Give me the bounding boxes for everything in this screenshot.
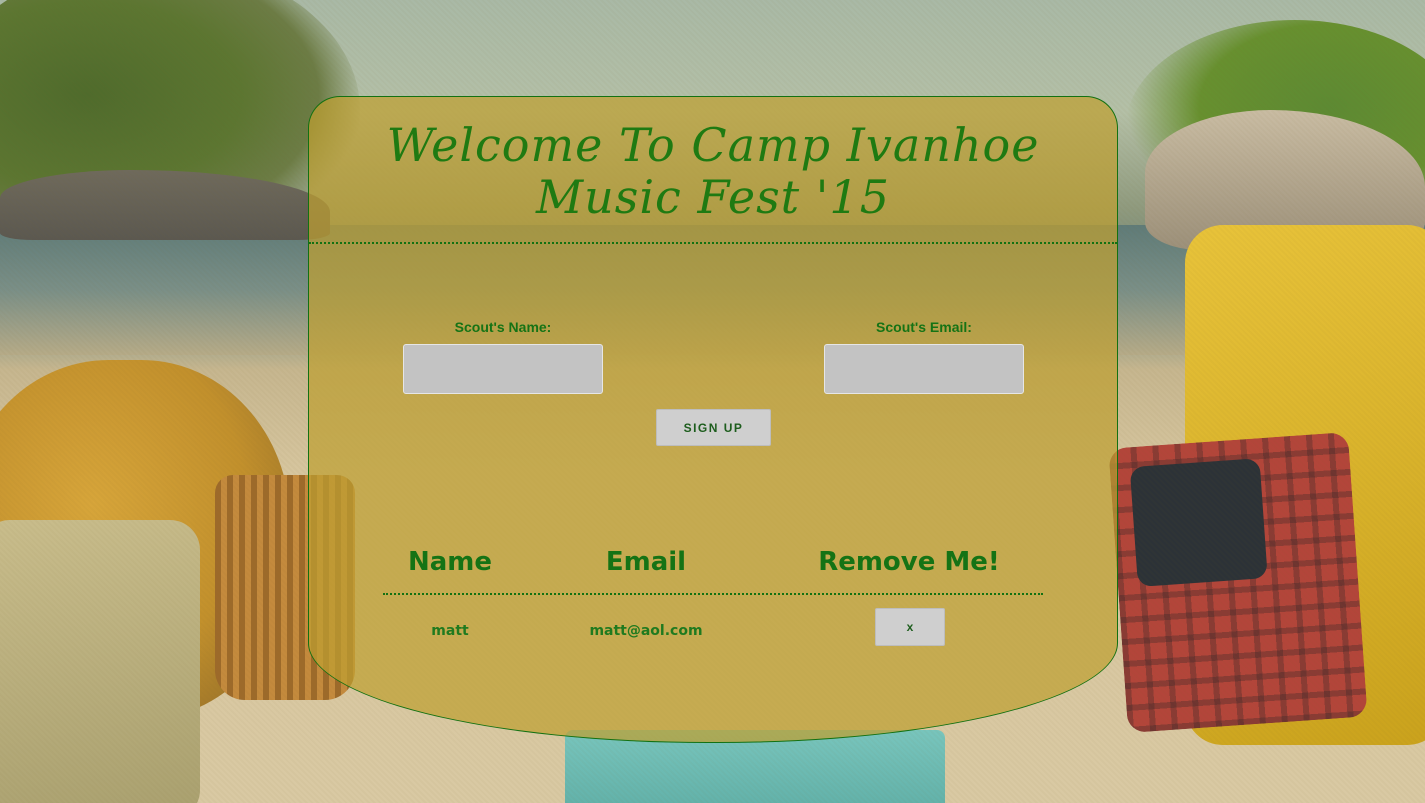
- title-line-1: Welcome To Camp Ivanhoe: [386, 118, 1040, 172]
- title-line-2: Music Fest '15: [536, 170, 890, 224]
- sign-up-button[interactable]: SIGN UP: [656, 409, 771, 446]
- page-title: Welcome To Camp Ivanhoe Music Fest '15: [309, 119, 1117, 223]
- table-header-remove: Remove Me!: [818, 547, 1000, 577]
- scout-email-input[interactable]: [824, 344, 1024, 394]
- table-divider: [383, 593, 1043, 595]
- scout-name-input[interactable]: [403, 344, 603, 394]
- scout-name-label: Scout's Name:: [454, 319, 552, 335]
- table-cell-email: matt@aol.com: [589, 623, 703, 639]
- scout-email-label: Scout's Email:: [876, 319, 972, 335]
- table-header-email: Email: [605, 547, 687, 577]
- title-divider: [309, 242, 1117, 244]
- signup-panel: Welcome To Camp Ivanhoe Music Fest '15 S…: [308, 96, 1118, 743]
- remove-button[interactable]: x: [875, 608, 945, 646]
- table-header-name: Name: [407, 547, 493, 577]
- table-cell-name: matt: [431, 623, 469, 639]
